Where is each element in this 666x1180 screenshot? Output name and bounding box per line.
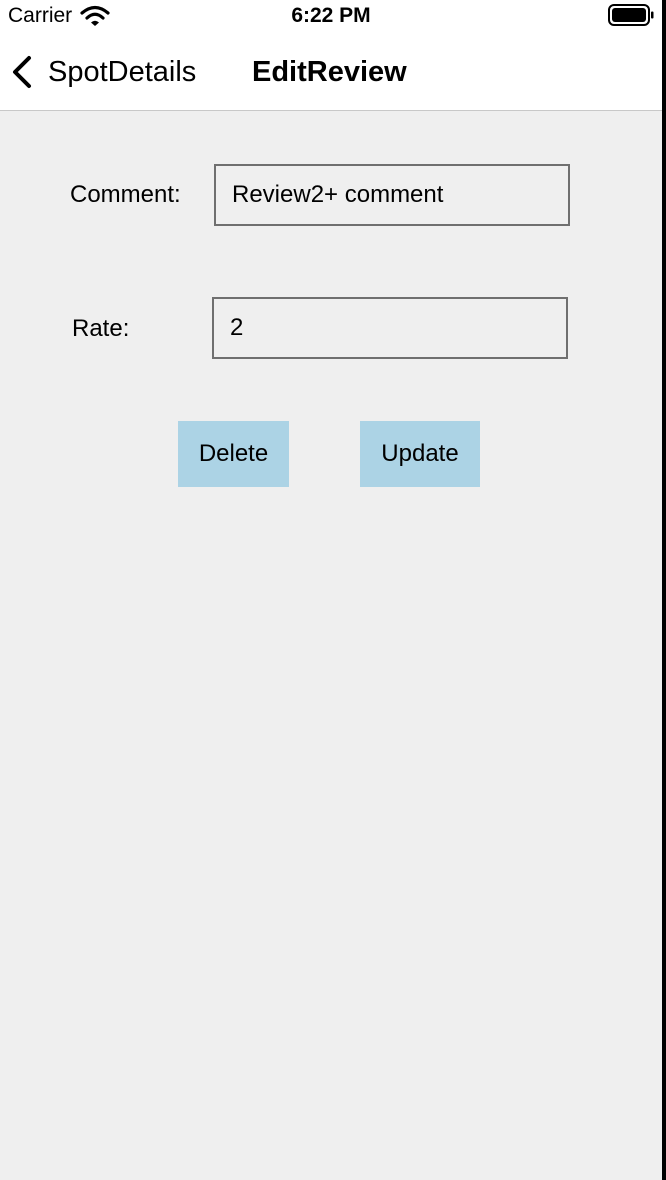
app-screen: Carrier 6:22 PM SpotDetails EditReview C… — [0, 0, 662, 1180]
update-button[interactable]: Update — [360, 421, 480, 487]
page-title: EditReview — [252, 56, 407, 88]
back-button[interactable]: SpotDetails — [10, 52, 196, 92]
delete-button[interactable]: Delete — [178, 421, 289, 487]
chevron-left-icon — [13, 56, 31, 88]
comment-label: Comment: — [70, 181, 181, 208]
header: Carrier 6:22 PM SpotDetails EditReview — [0, 0, 662, 111]
rate-input[interactable] — [212, 297, 568, 359]
rate-label: Rate: — [72, 315, 130, 342]
status-bar-time: 6:22 PM — [291, 4, 371, 27]
back-button-label: SpotDetails — [48, 56, 197, 88]
comment-input[interactable] — [214, 164, 570, 226]
battery-icon — [608, 4, 654, 26]
